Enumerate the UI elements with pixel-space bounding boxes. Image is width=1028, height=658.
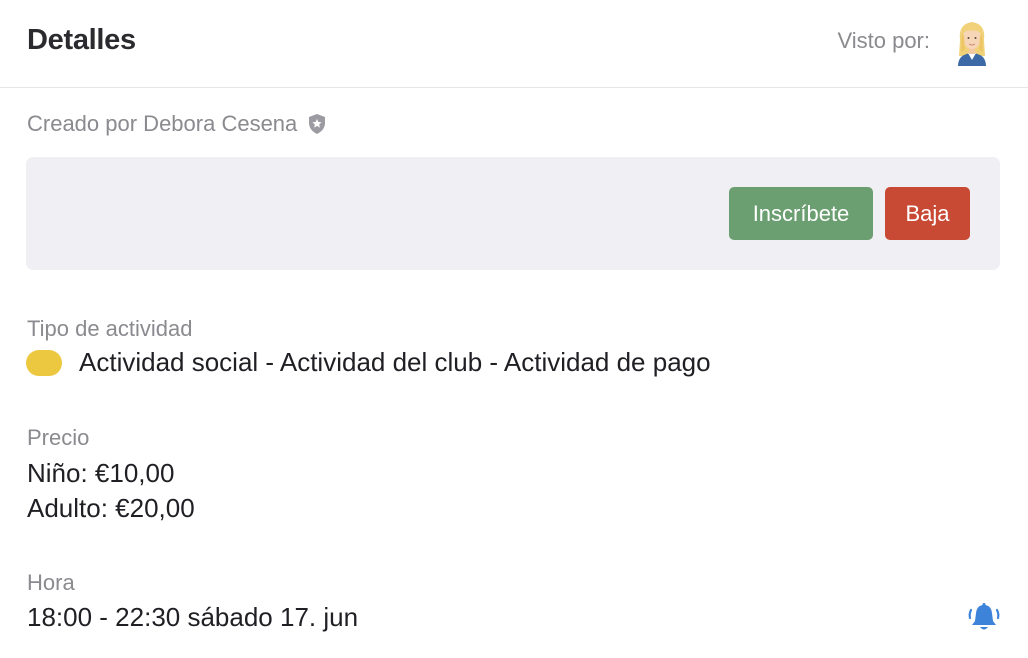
price-label: Precio	[27, 425, 90, 450]
activity-color-dot	[26, 349, 62, 376]
bell-ringing-icon[interactable]	[967, 602, 1001, 634]
activity-type-value: Actividad social - Actividad del club - …	[79, 347, 711, 377]
time-label: Hora	[27, 570, 75, 595]
price-adult: Adulto: €20,00	[27, 493, 195, 523]
activity-type-label: Tipo de actividad	[27, 316, 193, 341]
avatar[interactable]	[952, 18, 992, 66]
time-value: 18:00 - 22:30 sábado 17. jun	[27, 602, 359, 632]
created-by-text: Creado por Debora Cesena	[27, 111, 298, 136]
shield-star-icon	[309, 114, 326, 134]
seen-by-label: Visto por:	[837, 28, 930, 53]
page-title: Detalles	[27, 24, 136, 56]
activity-type-row: Actividad social - Actividad del club - …	[26, 347, 711, 378]
details-header: Detalles Visto por:	[0, 0, 1028, 88]
price-child: Niño: €10,00	[27, 458, 175, 488]
leave-button[interactable]: Baja	[885, 187, 970, 240]
created-by: Creado por Debora Cesena	[27, 111, 327, 137]
action-panel: Inscríbete Baja	[26, 157, 1000, 270]
join-button[interactable]: Inscríbete	[729, 187, 873, 240]
